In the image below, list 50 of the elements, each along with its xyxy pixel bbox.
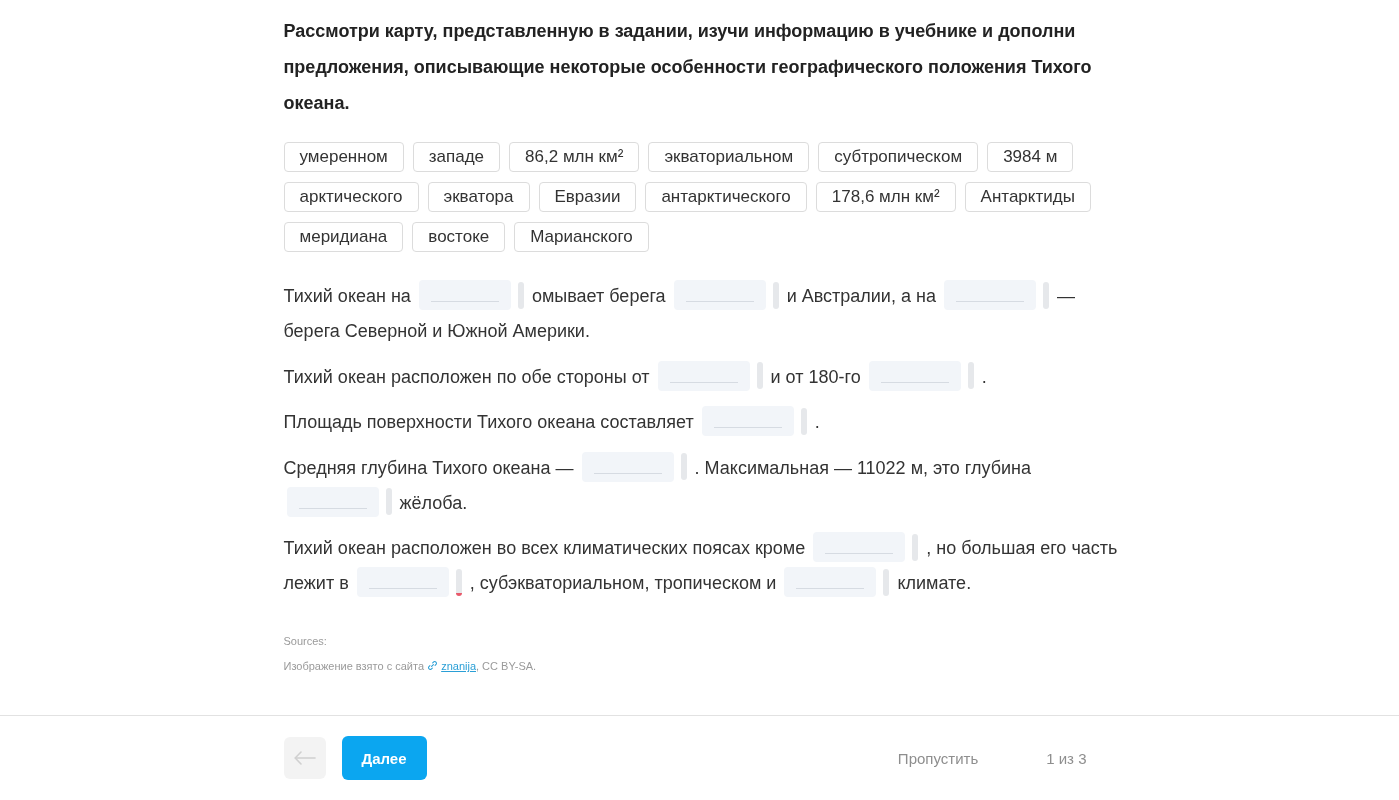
answer-box[interactable]	[701, 406, 794, 437]
answer-box[interactable]	[813, 532, 906, 563]
answer-box[interactable]	[657, 360, 750, 391]
word-chip[interactable]: арктического	[283, 182, 419, 212]
sentence-text: Тихий океан расположен по обе стороны от	[283, 366, 650, 387]
word-chip[interactable]: востоке	[412, 222, 506, 252]
word-chip[interactable]: Антарктиды	[964, 182, 1091, 212]
sentence-text: берега Северной и Южной Америки.	[283, 321, 590, 341]
sentence-text: Площадь поверхности Тихого океана составляет	[283, 412, 694, 432]
word-chip[interactable]: Марианского	[514, 222, 649, 252]
word-chip[interactable]: 3984 м	[987, 142, 1074, 172]
arrow-left-icon	[293, 751, 316, 765]
sources-label: Sources:	[283, 634, 328, 649]
sentence-text: —	[1056, 286, 1075, 306]
answer-box[interactable]	[673, 280, 766, 311]
sentence-text: климате.	[897, 573, 972, 593]
word-chip[interactable]: 178,6 млн км²	[815, 182, 956, 212]
answer-box[interactable]	[286, 486, 379, 517]
answer-box[interactable]	[784, 567, 877, 598]
task-instruction: Рассмотри карту, представленную в задании, изучи информацию в учебнике и дополни предложения, описывающие некоторые особенности географического положения Тихого океана.	[283, 20, 1093, 115]
sentence-text: омывает берега	[531, 286, 666, 306]
sentence-text: лежит в	[283, 573, 349, 593]
source-credit: Изображение взято с сайта znanija, CC BY-SA.	[283, 659, 538, 674]
answer-box[interactable]	[356, 567, 449, 598]
sentence-text: жёлоба.	[399, 492, 468, 513]
link-icon	[427, 660, 439, 671]
answer-box[interactable]	[418, 280, 511, 311]
sentence-text: Средняя глубина Тихого океана —	[283, 457, 574, 478]
word-chip[interactable]: 86,2 млн км²	[509, 142, 640, 172]
word-chip[interactable]: экватора	[427, 182, 530, 212]
word-chip[interactable]: меридиана	[283, 222, 404, 252]
answer-box[interactable]	[581, 451, 674, 482]
sentence-text: Тихий океан расположен во всех климатических поясах кроме	[283, 538, 806, 558]
sentence-text: и Австралии, а на	[786, 286, 936, 306]
sentence-text: , но большая его часть	[926, 538, 1118, 558]
sentence-text: , субэкваториальном, тропическом и	[469, 573, 777, 593]
word-chip[interactable]: умеренном	[283, 142, 404, 172]
sentence-text: . Максимальная — 11022 м, это глубина	[694, 457, 1032, 478]
sentence-text: Тихий океан на	[283, 286, 411, 306]
word-chip[interactable]: западе	[412, 142, 501, 172]
progress-counter: 1 из 3	[1046, 749, 1087, 767]
word-chip[interactable]: антарктического	[645, 182, 807, 212]
sentence-text: .	[814, 412, 820, 432]
answer-box[interactable]	[868, 360, 961, 391]
sentence-text: и от 180-го	[770, 366, 861, 387]
word-chip[interactable]: Евразии	[538, 182, 637, 212]
sentence-text: .	[981, 366, 987, 387]
word-chip[interactable]: субтропическом	[818, 142, 979, 172]
answer-box[interactable]	[943, 280, 1036, 311]
word-chip[interactable]: экваториальном	[648, 142, 810, 172]
